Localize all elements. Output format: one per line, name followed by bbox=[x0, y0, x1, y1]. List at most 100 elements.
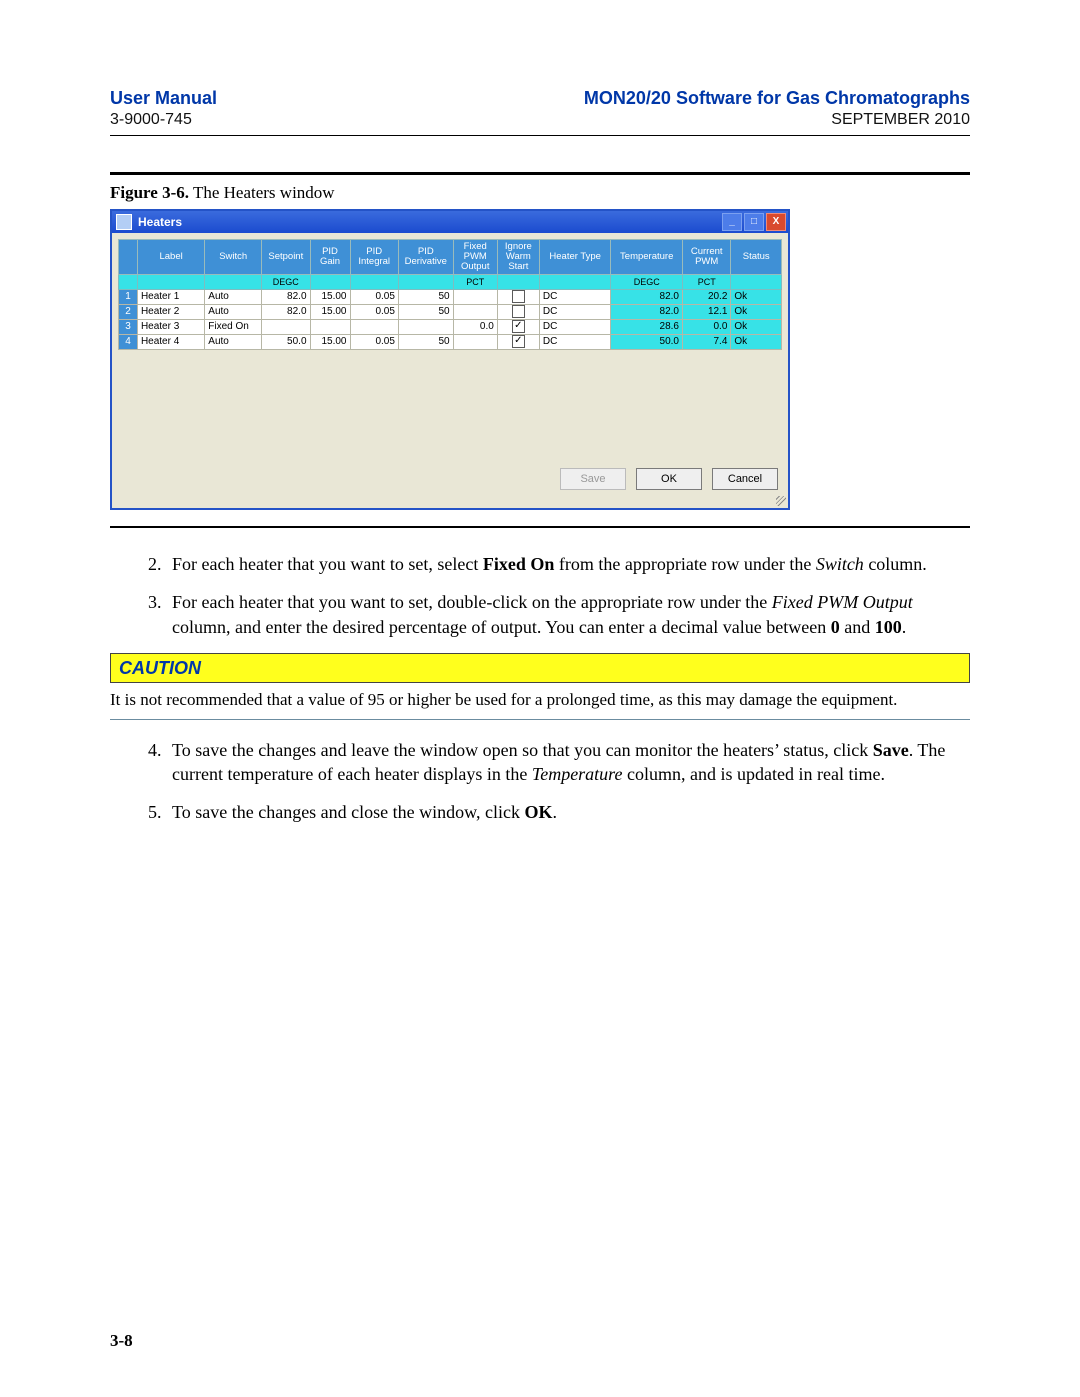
step2-italic: Switch bbox=[816, 554, 864, 574]
checkbox-icon[interactable] bbox=[512, 290, 525, 303]
step2-text2: from the appropriate row under the bbox=[554, 554, 815, 574]
cell-switch[interactable]: Auto bbox=[205, 289, 262, 304]
col-status[interactable]: Status bbox=[731, 240, 782, 275]
unit-gain bbox=[310, 274, 350, 289]
cell-gain[interactable]: 15.00 bbox=[310, 289, 350, 304]
cell-heater-type[interactable]: DC bbox=[539, 334, 611, 349]
unit-setpoint: DEGC bbox=[262, 274, 310, 289]
col-current-pwm[interactable]: Current PWM bbox=[683, 240, 731, 275]
figure-bottom-rule bbox=[110, 526, 970, 528]
dialog-footer: Save OK Cancel bbox=[112, 464, 788, 498]
titlebar[interactable]: Heaters _ □ X bbox=[112, 211, 788, 233]
col-temperature[interactable]: Temperature bbox=[611, 240, 683, 275]
col-heater-type[interactable]: Heater Type bbox=[539, 240, 611, 275]
heaters-table[interactable]: Label Switch Setpoint PID Gain PID Integ… bbox=[118, 239, 782, 350]
row-number: 4 bbox=[119, 334, 138, 349]
unit-cpwm: PCT bbox=[683, 274, 731, 289]
table-row[interactable]: 3Heater 3Fixed On0.0✓DC28.60.0Ok bbox=[119, 319, 782, 334]
cell-heater-type[interactable]: DC bbox=[539, 319, 611, 334]
cell-integral[interactable]: 0.05 bbox=[350, 334, 398, 349]
cell-derivative[interactable]: 50 bbox=[398, 304, 453, 319]
unit-deriv bbox=[398, 274, 453, 289]
header-left: User Manual bbox=[110, 88, 217, 109]
unit-blank bbox=[119, 274, 138, 289]
col-pid-gain[interactable]: PID Gain bbox=[310, 240, 350, 275]
step4-text: To save the changes and leave the window… bbox=[172, 740, 873, 760]
cell-gain[interactable] bbox=[310, 319, 350, 334]
maximize-button[interactable]: □ bbox=[744, 213, 764, 231]
cell-temperature: 50.0 bbox=[611, 334, 683, 349]
cell-setpoint[interactable]: 50.0 bbox=[262, 334, 310, 349]
units-row: DEGC PCT DEGC PCT bbox=[119, 274, 782, 289]
cell-integral[interactable] bbox=[350, 319, 398, 334]
unit-fpwm: PCT bbox=[453, 274, 497, 289]
ok-button[interactable]: OK bbox=[636, 468, 702, 490]
save-button[interactable]: Save bbox=[560, 468, 626, 490]
cell-fixed-pwm[interactable] bbox=[453, 304, 497, 319]
step4-bold: Save bbox=[873, 740, 909, 760]
col-pid-derivative[interactable]: PID Derivative bbox=[398, 240, 453, 275]
cell-integral[interactable]: 0.05 bbox=[350, 304, 398, 319]
cell-ignore-warm[interactable] bbox=[497, 289, 539, 304]
cell-switch[interactable]: Fixed On bbox=[205, 319, 262, 334]
cell-status: Ok bbox=[731, 289, 782, 304]
cell-status: Ok bbox=[731, 334, 782, 349]
unit-ignore bbox=[497, 274, 539, 289]
unit-label bbox=[137, 274, 204, 289]
step3-text: For each heater that you want to set, do… bbox=[172, 592, 772, 612]
col-setpoint[interactable]: Setpoint bbox=[262, 240, 310, 275]
cell-fixed-pwm[interactable] bbox=[453, 289, 497, 304]
cell-fixed-pwm[interactable]: 0.0 bbox=[453, 319, 497, 334]
cell-current-pwm: 12.1 bbox=[683, 304, 731, 319]
close-button[interactable]: X bbox=[766, 213, 786, 231]
unit-temp: DEGC bbox=[611, 274, 683, 289]
resize-grip[interactable] bbox=[112, 498, 788, 508]
checkbox-icon[interactable] bbox=[512, 305, 525, 318]
cell-label[interactable]: Heater 4 bbox=[137, 334, 204, 349]
checkbox-icon[interactable]: ✓ bbox=[512, 335, 525, 348]
step3-bold0: 0 bbox=[831, 617, 840, 637]
cell-gain[interactable]: 15.00 bbox=[310, 334, 350, 349]
cell-fixed-pwm[interactable] bbox=[453, 334, 497, 349]
row-number: 1 bbox=[119, 289, 138, 304]
table-row[interactable]: 2Heater 2Auto82.015.000.0550DC82.012.1Ok bbox=[119, 304, 782, 319]
unit-status bbox=[731, 274, 782, 289]
col-ignore-warm[interactable]: Ignore Warm Start bbox=[497, 240, 539, 275]
minimize-button[interactable]: _ bbox=[722, 213, 742, 231]
step4-italic: Temperature bbox=[532, 764, 623, 784]
cancel-button[interactable]: Cancel bbox=[712, 468, 778, 490]
cell-switch[interactable]: Auto bbox=[205, 334, 262, 349]
cell-label[interactable]: Heater 3 bbox=[137, 319, 204, 334]
col-switch[interactable]: Switch bbox=[205, 240, 262, 275]
cell-label[interactable]: Heater 1 bbox=[137, 289, 204, 304]
step3-bold100: 100 bbox=[875, 617, 902, 637]
col-pid-integral[interactable]: PID Integral bbox=[350, 240, 398, 275]
table-row[interactable]: 4Heater 4Auto50.015.000.0550✓DC50.07.4Ok bbox=[119, 334, 782, 349]
cell-derivative[interactable] bbox=[398, 319, 453, 334]
cell-setpoint[interactable]: 82.0 bbox=[262, 304, 310, 319]
cell-setpoint[interactable] bbox=[262, 319, 310, 334]
unit-integral bbox=[350, 274, 398, 289]
table-row[interactable]: 1Heater 1Auto82.015.000.0550DC82.020.2Ok bbox=[119, 289, 782, 304]
cell-heater-type[interactable]: DC bbox=[539, 304, 611, 319]
cell-label[interactable]: Heater 2 bbox=[137, 304, 204, 319]
cell-heater-type[interactable]: DC bbox=[539, 289, 611, 304]
step2-text3: column. bbox=[864, 554, 927, 574]
cell-current-pwm: 0.0 bbox=[683, 319, 731, 334]
cell-ignore-warm[interactable]: ✓ bbox=[497, 334, 539, 349]
cell-switch[interactable]: Auto bbox=[205, 304, 262, 319]
col-fixed-pwm[interactable]: Fixed PWM Output bbox=[453, 240, 497, 275]
cell-derivative[interactable]: 50 bbox=[398, 334, 453, 349]
cell-setpoint[interactable]: 82.0 bbox=[262, 289, 310, 304]
cell-ignore-warm[interactable]: ✓ bbox=[497, 319, 539, 334]
minimize-icon: _ bbox=[729, 217, 735, 227]
cell-gain[interactable]: 15.00 bbox=[310, 304, 350, 319]
cell-derivative[interactable]: 50 bbox=[398, 289, 453, 304]
col-rownum[interactable] bbox=[119, 240, 138, 275]
heaters-dialog: Heaters _ □ X Label Switch bbox=[110, 209, 790, 510]
checkbox-icon[interactable]: ✓ bbox=[512, 320, 525, 333]
step2-bold: Fixed On bbox=[483, 554, 555, 574]
col-label[interactable]: Label bbox=[137, 240, 204, 275]
cell-integral[interactable]: 0.05 bbox=[350, 289, 398, 304]
cell-ignore-warm[interactable] bbox=[497, 304, 539, 319]
